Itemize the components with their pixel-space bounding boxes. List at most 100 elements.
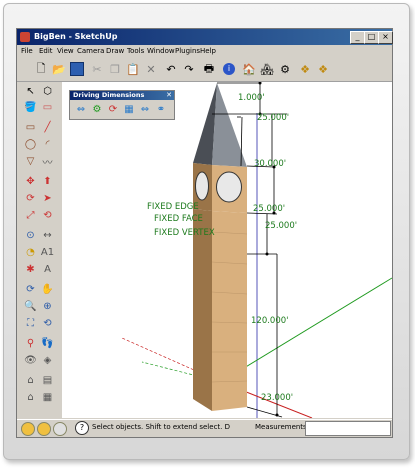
status-message: Select objects. Shift to extend select. … [92,423,230,431]
save-icon[interactable] [69,61,85,77]
user-icon[interactable] [53,422,67,436]
paint-bucket-icon[interactable]: 🪣 [23,100,38,115]
dimension-tool-icon[interactable]: ⇔ [74,104,88,116]
circle-icon[interactable]: ◯ [23,137,38,152]
menu-window[interactable]: Window [147,45,175,57]
copy-icon[interactable]: ❐ [107,61,123,77]
front-view-icon[interactable]: ⌂ [23,390,38,405]
standard-toolbar: 🗋 📂 ✂ ❐ 📋 ✕ ↶ ↷ 🖶 i 🏠 🏘 ⚙ ❖ ❖ [17,57,392,82]
rectangle-icon[interactable]: ▭ [23,120,38,135]
open-icon[interactable]: 📂 [51,61,67,77]
dimension-label-6[interactable]: 23.000' [261,393,293,403]
pan-icon[interactable]: ✋ [40,282,55,297]
dimension-label-4[interactable]: 25.000' [265,221,297,231]
extension-icon[interactable]: ❖ [297,61,313,77]
eraser-icon[interactable]: ▭ [40,100,55,115]
rotate-icon[interactable]: ⟳ [23,191,38,206]
arc-icon[interactable]: ◜ [40,137,55,152]
protractor-icon[interactable]: ◔ [23,245,38,260]
axes-icon[interactable]: ✱ [23,262,38,277]
fixed-face-label[interactable]: FIXED FACE [154,214,203,224]
move-icon[interactable]: ✥ [23,174,38,189]
push-pull-icon[interactable]: ⬆ [40,174,55,189]
geo-location-icon[interactable] [21,422,35,436]
dimension-fix-icon[interactable]: ⇔ [138,104,152,116]
dimension-label-5[interactable]: 120.000' [251,316,289,326]
walk-icon[interactable]: 👣 [40,336,55,351]
minimize-button[interactable]: _ [350,31,365,44]
big-ben-model [121,82,392,418]
menu-file[interactable]: File [21,45,33,57]
section-plane-icon[interactable]: ◈ [40,353,55,368]
position-camera-icon[interactable]: ⚲ [23,336,38,351]
menu-draw[interactable]: Draw [106,45,124,57]
share-component-icon[interactable]: ⚙ [277,61,293,77]
credits-icon[interactable] [37,422,51,436]
sketchup-app-icon [20,32,30,42]
follow-me-icon[interactable]: ➤ [40,191,55,206]
zoom-window-icon[interactable]: ⊕ [40,299,55,314]
redo-icon[interactable]: ↷ [181,61,197,77]
cut-icon[interactable]: ✂ [89,61,105,77]
dimension-label-1[interactable]: 25.000' [257,113,289,123]
3d-text-icon[interactable]: A [40,262,55,277]
orbit-icon[interactable]: ⟳ [23,282,38,297]
fixed-edge-label[interactable]: FIXED EDGE [147,202,199,212]
right-view-icon[interactable]: ▦ [40,390,55,405]
scale-icon[interactable]: ⤢ [23,208,38,223]
dimension-label-3[interactable]: 25.000' [253,204,285,214]
look-around-icon[interactable]: 👁 [23,353,38,368]
modeling-viewport[interactable] [62,82,392,418]
title-bar: BigBen - SketchUp _ □ × [17,29,393,45]
dimension-table-icon[interactable]: ▦ [122,104,136,116]
dimension-endpoints [258,82,279,417]
zoom-extents-icon[interactable]: ⛶ [23,316,38,331]
new-icon[interactable]: 🗋 [33,61,49,77]
driving-dimensions-title: Driving Dimensions ✕ [70,91,174,100]
dimension-label-top[interactable]: 1.000' [238,93,265,103]
shaft-left-face [193,209,212,411]
maximize-button[interactable]: □ [364,31,379,44]
component-icon[interactable]: ⬡ [40,84,55,99]
text-icon[interactable]: A1 [40,245,55,260]
top-view-icon[interactable]: ▤ [40,373,55,388]
model-info-icon[interactable]: i [221,61,237,77]
zoom-icon[interactable]: 🔍 [23,299,38,314]
undo-icon[interactable]: ↶ [163,61,179,77]
menu-help[interactable]: Help [200,45,216,57]
dimension-icon[interactable]: ↔ [40,228,55,243]
extension-2-icon[interactable]: ❖ [315,61,331,77]
get-models-icon[interactable]: 🏠 [241,61,257,77]
share-model-icon[interactable]: 🏘 [259,61,275,77]
menu-camera[interactable]: Camera [77,45,104,57]
driving-dimensions-toolbar: Driving Dimensions ✕ ⇔ ⚙ ⟳ ▦ ⇔ ⚭ [69,90,175,120]
menu-tools[interactable]: Tools [127,45,144,57]
menu-plugins[interactable]: Plugins [175,45,200,57]
select-icon[interactable]: ↖ [23,84,38,99]
polygon-icon[interactable]: ▽ [23,154,38,169]
menu-bar: File Edit View Camera Draw Tools Window … [17,45,392,57]
dimension-label-2[interactable]: 30.000' [254,159,286,169]
paste-icon[interactable]: 📋 [125,61,141,77]
fixed-vertex-label[interactable]: FIXED VERTEX [154,228,215,238]
views-icon[interactable]: ⌂ [23,373,38,388]
previous-view-icon[interactable]: ⟲ [40,316,55,331]
close-button[interactable]: × [378,31,393,44]
menu-edit[interactable]: Edit [39,45,53,57]
print-icon[interactable]: 🖶 [201,61,217,77]
line-icon[interactable]: ╱ [40,120,55,135]
tools-palette: ↖ ⬡ 🪣 ▭ ▭ ╱ ◯ ◜ ▽ 〰 ✥ ⬆ ⟳ ➤ ⤢ ⟲ ⊙ ↔ ◔ A1… [17,82,61,415]
dimension-help-icon[interactable]: ⚭ [154,104,168,116]
offset-icon[interactable]: ⟲ [40,208,55,223]
measurements-label: Measurements [255,423,307,431]
help-icon[interactable]: ? [75,421,89,435]
close-icon[interactable]: ✕ [166,91,172,100]
menu-view[interactable]: View [57,45,74,57]
freehand-icon[interactable]: 〰 [40,154,55,169]
dimension-refresh-icon[interactable]: ⟳ [106,104,120,116]
erase-icon[interactable]: ✕ [143,61,159,77]
measurements-input[interactable] [305,421,391,436]
driving-dimensions-title-text: Driving Dimensions [73,91,145,99]
tape-measure-icon[interactable]: ⊙ [23,228,38,243]
dimension-settings-icon[interactable]: ⚙ [90,104,104,116]
